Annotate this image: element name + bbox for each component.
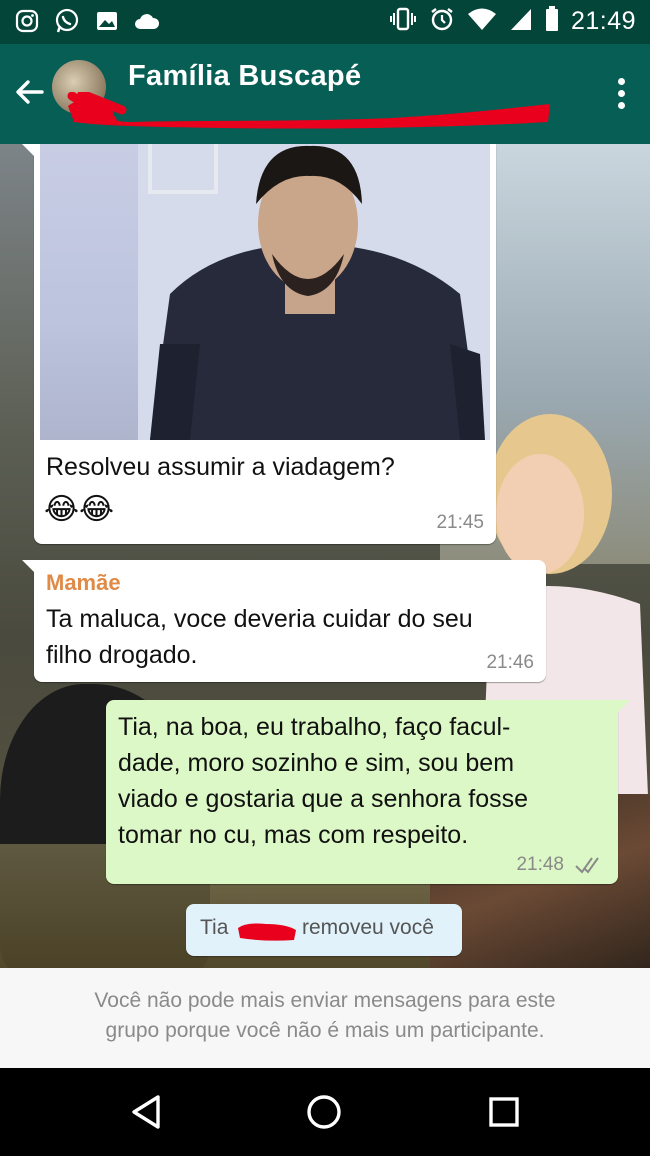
message-text-line: viado e gostaria que a senhora fosse (118, 785, 528, 813)
status-bar: 21:49 (0, 0, 650, 44)
vibrate-icon (389, 6, 417, 37)
instagram-icon (14, 8, 40, 34)
cloud-icon (134, 8, 160, 34)
system-message-prefix: Tia (200, 916, 229, 939)
status-time: 21:49 (570, 7, 636, 35)
system-message: Tia removeu você (186, 904, 462, 956)
laughing-emoji: 😂😂 (44, 493, 115, 526)
message-text-line: dade, moro sozinho e sim, sou bem (118, 749, 515, 777)
navigation-bar (0, 1068, 650, 1156)
message-text-line: Ta maluca, voce deveria cuidar do seu (46, 605, 473, 633)
notice-line: Você não pode mais enviar mensagens para… (94, 989, 556, 1012)
chat-area: Resolveu assumir a viadagem? 😂😂 21:45 Ma… (0, 144, 650, 968)
group-title[interactable]: Família Buscapé (128, 60, 361, 93)
message-text-line: Tia, na boa, eu trabalho, faço facul- (118, 713, 511, 741)
alarm-icon (429, 6, 455, 37)
message-time: 21:46 (486, 652, 534, 673)
message-bubble-outgoing[interactable]: Tia, na boa, eu trabalho, faço facul- da… (106, 700, 630, 884)
message-time: 21:45 (436, 512, 484, 533)
message-text-line: tomar no cu, mas com respeito. (118, 821, 469, 849)
message-text-line: filho drogado. (46, 641, 198, 669)
message-bubble-incoming-image[interactable]: Resolveu assumir a viadagem? 😂😂 21:45 (22, 144, 496, 544)
notice-line: grupo porque você não é mais um particip… (105, 1019, 545, 1042)
double-check-icon (574, 854, 604, 881)
recents-square-icon[interactable] (484, 1092, 524, 1132)
name-redaction (238, 923, 296, 941)
removed-participant-notice: Você não pode mais enviar mensagens para… (0, 968, 650, 1068)
redaction-scribble (67, 92, 550, 129)
whatsapp-icon (54, 8, 80, 34)
message-bubble-incoming[interactable]: Mamãe Ta maluca, voce deveria cuidar do … (22, 560, 546, 682)
wifi-icon (467, 7, 497, 36)
chat-header: Família Buscapé (0, 44, 650, 144)
message-time: 21:48 (516, 854, 564, 875)
home-circle-icon[interactable] (304, 1092, 344, 1132)
message-text: Resolveu assumir a viadagem? (46, 453, 395, 481)
overflow-menu-icon[interactable] (616, 78, 626, 112)
back-arrow-icon[interactable] (12, 74, 48, 110)
signal-icon (509, 7, 533, 36)
image-icon (94, 8, 120, 34)
system-message-suffix: removeu você (302, 916, 434, 939)
battery-icon (545, 6, 559, 37)
message-photo[interactable] (40, 144, 490, 440)
back-triangle-icon[interactable] (126, 1092, 166, 1132)
sender-name[interactable]: Mamãe (46, 570, 121, 596)
